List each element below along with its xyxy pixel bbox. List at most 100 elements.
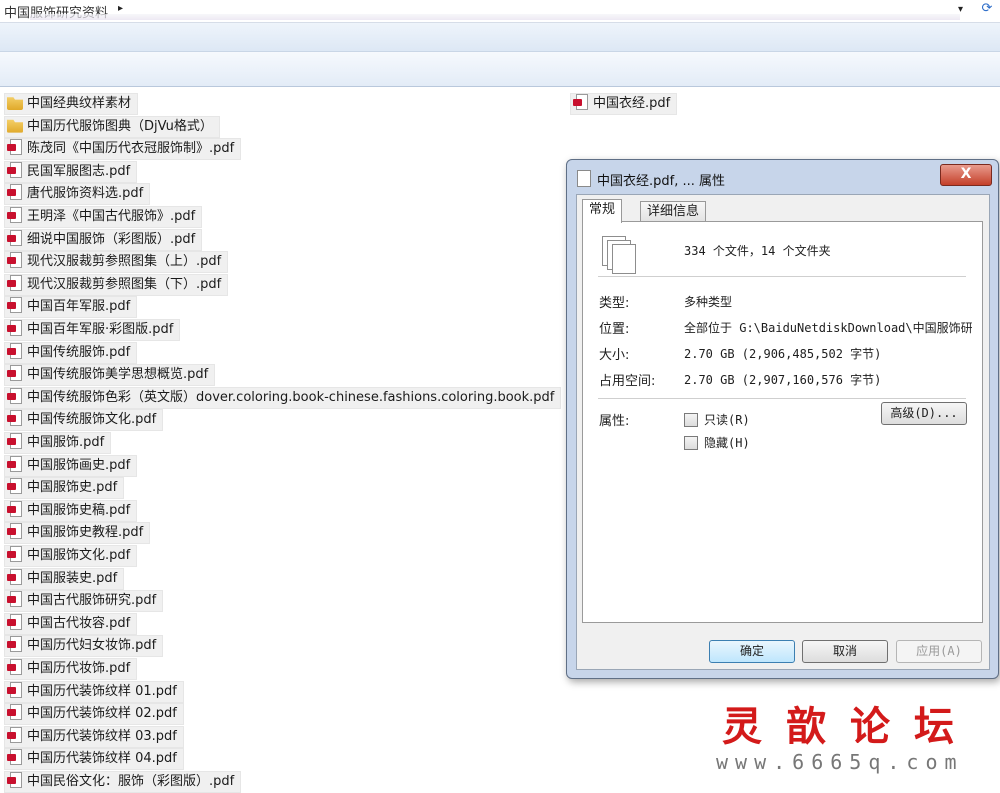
pdf-file-icon [7,749,23,766]
column-header-bar [0,52,1000,87]
pdf-file-icon [7,455,23,472]
file-item[interactable]: 中国传统服饰.pdf [4,341,138,364]
file-item[interactable]: 中国历代妇女妆饰.pdf [4,635,164,658]
advanced-button[interactable]: 高级(D)... [881,402,967,425]
file-item[interactable]: 中国古代妆容.pdf [4,612,138,635]
file-name: 中国历代妆饰.pdf [27,661,131,676]
file-name: 王明泽《中国古代服饰》.pdf [27,209,196,224]
attributes-label: 属性: [599,414,630,429]
multiple-files-icon [602,236,636,276]
file-item[interactable]: 中国民俗文化：服饰（彩图版）.pdf [4,771,242,793]
file-name: 中国古代妆容.pdf [27,615,131,631]
file-item[interactable]: 中国服饰史.pdf [4,477,125,500]
file-name: 中国经典纹样素材 [27,96,132,111]
file-item[interactable]: 民国军服图志.pdf [4,160,138,183]
hidden-checkbox[interactable] [684,436,698,450]
file-item[interactable]: 中国服饰.pdf [4,432,112,454]
file-item[interactable]: 中国传统服饰文化.pdf [4,409,164,432]
file-item[interactable]: 王明泽《中国古代服饰》.pdf [4,206,203,228]
location-value: 全部位于 G:\BaiduNetdiskDownload\中国服饰研 [684,321,972,335]
pdf-file-icon [7,546,23,562]
folder-item[interactable]: 中国历代服饰图典（DjVu格式） [4,115,220,138]
apply-button[interactable]: 应用(A) [896,640,982,663]
folder-icon [7,119,23,133]
file-name: 中国百年军服·彩图版.pdf [27,322,174,337]
address-bar[interactable]: 中国服饰研究资料 ▸ ▾ ⟳ [0,0,1000,23]
pdf-file-icon [7,591,23,608]
folder-item[interactable]: 中国经典纹样素材 [4,93,139,115]
file-item[interactable]: 中国古代服饰研究.pdf [4,590,164,613]
file-item[interactable]: 陈茂同《中国历代衣冠服饰制》.pdf [4,138,242,161]
file-name: 唐代服饰资料选.pdf [27,186,144,202]
pdf-file-icon [7,229,23,246]
file-item[interactable]: 中国传统服饰美学思想概览.pdf [4,364,216,387]
file-item[interactable]: 中国历代妆饰.pdf [4,658,138,680]
file-name: 现代汉服裁剪参照图集（上）.pdf [27,254,222,270]
file-item[interactable]: 细说中国服饰（彩图版）.pdf [4,228,203,251]
file-item[interactable]: 中国衣经.pdf [570,93,678,115]
file-name: 中国百年军服.pdf [27,299,131,315]
file-name: 中国历代妇女妆饰.pdf [27,638,157,654]
hidden-label[interactable]: 隐藏(H) [704,434,750,451]
file-item[interactable]: 现代汉服裁剪参照图集（下）.pdf [4,273,229,296]
file-name: 中国服饰史稿.pdf [27,502,131,518]
tab-general[interactable]: 常规 [582,199,623,223]
file-item[interactable]: 唐代服饰资料选.pdf [4,183,151,206]
close-button[interactable]: X [940,164,992,186]
properties-dialog: 中国衣经.pdf, ... 属性 X 常规 详细信息 334 个文件，14 个文… [566,159,999,679]
pdf-file-icon [7,274,23,291]
file-item[interactable]: 中国百年军服·彩图版.pdf [4,319,181,341]
file-name: 中国历代装饰纹样 03.pdf [27,728,177,744]
file-item[interactable]: 现代汉服裁剪参照图集（上）.pdf [4,251,229,274]
size-on-disk-value: 2.70 GB (2,907,160,576 字节) [684,373,882,387]
file-item[interactable]: 中国历代装饰纹样 01.pdf [4,680,184,703]
file-item[interactable]: 中国传统服饰色彩（英文版）dover.coloring.book-chinese… [4,386,562,409]
ok-button[interactable]: 确定 [709,640,795,663]
size-on-disk-label: 占用空间: [599,374,656,389]
file-item[interactable]: 中国服饰史稿.pdf [4,499,138,522]
refresh-icon[interactable]: ⟳ [977,1,997,19]
pdf-file-icon [7,387,23,404]
pdf-file-icon [7,613,23,630]
file-count-summary: 334 个文件，14 个文件夹 [684,244,831,258]
file-item[interactable]: 中国服装史.pdf [4,567,125,590]
file-item[interactable]: 中国百年军服.pdf [4,296,138,319]
file-name: 中国历代装饰纹样 02.pdf [27,706,177,722]
file-name: 中国衣经.pdf [593,96,671,111]
pdf-file-icon [7,433,23,449]
readonly-label[interactable]: 只读(R) [704,411,750,428]
address-bar-shading [30,14,960,20]
pdf-file-icon [7,659,23,675]
pdf-file-icon [7,523,23,540]
file-item[interactable]: 中国服饰画史.pdf [4,454,138,477]
type-value: 多种类型 [684,295,733,309]
file-item[interactable]: 中国历代装饰纹样 03.pdf [4,725,184,748]
file-item[interactable]: 中国历代装饰纹样 02.pdf [4,703,184,726]
tab-details[interactable]: 详细信息 [640,201,707,222]
dialog-titlebar[interactable]: 中国衣经.pdf, ... 属性 X [567,160,998,194]
breadcrumb-arrow-icon[interactable]: ▸ [118,3,123,14]
file-name: 中国传统服饰美学思想概览.pdf [27,367,209,383]
file-name: 中国传统服饰文化.pdf [27,412,157,428]
readonly-checkbox[interactable] [684,413,698,427]
pdf-file-icon [7,478,23,495]
size-value: 2.70 GB (2,906,485,502 字节) [684,347,882,361]
pdf-file-icon [7,704,23,721]
cancel-button[interactable]: 取消 [802,640,888,663]
file-item[interactable]: 中国服饰史教程.pdf [4,522,151,545]
file-name: 中国传统服饰.pdf [27,344,131,360]
command-bar [0,23,1000,52]
pdf-file-icon [7,297,23,314]
chevron-down-icon[interactable]: ▾ [958,4,963,15]
file-item[interactable]: 中国历代装饰纹样 04.pdf [4,748,184,771]
type-label: 类型: [599,296,630,311]
pdf-file-icon [7,772,23,788]
pdf-file-icon [7,410,23,427]
pdf-file-icon [7,636,23,653]
pdf-file-icon [7,681,23,698]
pdf-file-icon [7,365,23,382]
pdf-file-icon [7,320,23,336]
divider [598,398,966,399]
file-item[interactable]: 中国服饰文化.pdf [4,545,138,567]
file-name: 细说中国服饰（彩图版）.pdf [27,231,196,247]
